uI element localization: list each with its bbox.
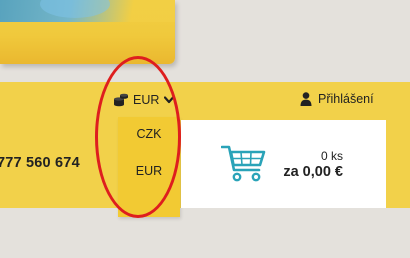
user-icon [300,92,312,106]
currency-option-czk[interactable]: CZK [118,127,180,141]
cart-widget[interactable]: 0 ks za 0,00 € [181,120,386,208]
login-label[interactable]: Přihlášení [318,92,374,106]
contact-phone: 777 560 674 [0,155,80,171]
chevron-down-icon[interactable] [164,96,175,104]
login-link[interactable]: Přihlášení [300,90,374,108]
cart-total: za 0,00 € [283,164,343,180]
coins-icon [114,93,128,107]
cart-quantity: 0 ks [320,149,343,163]
currency-dropdown: CZK EUR [118,117,180,217]
currency-selector[interactable]: EUR [113,91,175,109]
shopping-cart-icon[interactable] [221,144,267,184]
currency-selected-label[interactable]: EUR [133,93,159,107]
currency-option-eur[interactable]: EUR [118,164,180,178]
hero-banner-image [0,0,175,64]
